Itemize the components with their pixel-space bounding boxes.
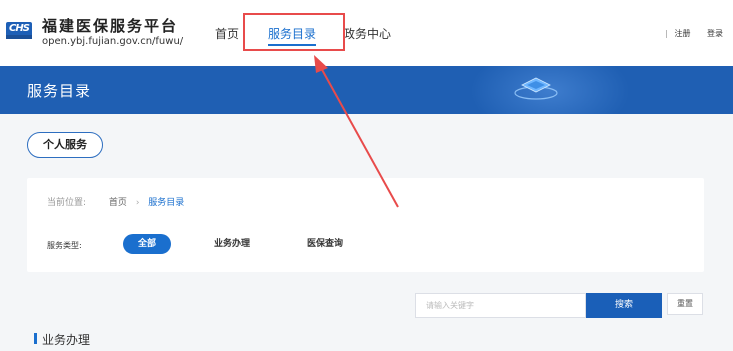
service-type-label: 服务类型: xyxy=(47,241,82,250)
search-input[interactable]: 请输入关键字 xyxy=(415,293,586,318)
nav-home[interactable]: 首页 xyxy=(215,25,239,42)
search-button[interactable]: 搜索 xyxy=(586,293,662,318)
breadcrumb-chevron-icon: › xyxy=(135,198,140,208)
annotation-highlight-box xyxy=(243,13,345,51)
site-title[interactable]: 福建医保服务平台 xyxy=(42,15,178,36)
personal-service-button[interactable]: 个人服务 xyxy=(27,132,103,158)
site-url: open.ybj.fujian.gov.cn/fuwu/ xyxy=(42,36,184,47)
breadcrumb-current: 服务目录 xyxy=(148,198,185,208)
banner-device-icon xyxy=(514,77,558,100)
login-link[interactable]: 登录 xyxy=(707,29,723,38)
filter-all[interactable]: 全部 xyxy=(123,234,171,254)
section-marker xyxy=(34,333,37,344)
logo-stripe xyxy=(6,35,32,39)
filter-insurance-query[interactable]: 医保查询 xyxy=(302,234,348,254)
filter-business[interactable]: 业务办理 xyxy=(209,234,255,254)
breadcrumb-prefix: 当前位置: xyxy=(47,198,87,208)
divider: | xyxy=(665,29,668,38)
register-link[interactable]: 注册 xyxy=(674,29,690,38)
nav-government-center[interactable]: 政务中心 xyxy=(343,25,391,42)
page-title: 服务目录 xyxy=(27,82,92,100)
user-links: | 注册 登录 xyxy=(665,28,723,39)
section-title: 业务办理 xyxy=(42,333,91,347)
logo-text: CHS xyxy=(9,23,30,34)
filter-card: 当前位置: 首页 › 服务目录 服务类型: 全部 业务办理 医保查询 xyxy=(27,178,704,272)
page-banner: 服务目录 xyxy=(0,66,733,114)
chs-logo[interactable]: CHS xyxy=(6,22,32,39)
breadcrumb-home[interactable]: 首页 xyxy=(109,198,127,208)
breadcrumb: 当前位置: 首页 › 服务目录 xyxy=(47,195,184,208)
top-header: CHS 福建医保服务平台 open.ybj.fujian.gov.cn/fuwu… xyxy=(0,0,733,66)
reset-button[interactable]: 重置 xyxy=(667,293,703,315)
